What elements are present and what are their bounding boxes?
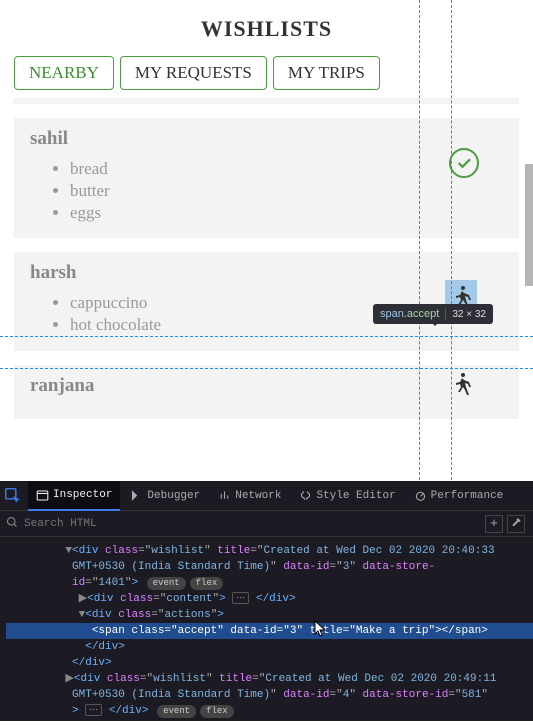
pick-element-icon[interactable]	[4, 487, 22, 505]
wishlist-card: ranjana	[14, 365, 519, 419]
devtools-tabbar: Inspector Debugger Network Style Editor …	[0, 481, 533, 511]
wishlist-viewport[interactable]: chocolate sahil bread butter eggs harsh …	[0, 98, 533, 493]
devtools-tab-performance[interactable]: Performance	[406, 481, 512, 511]
scrollbar-thumb[interactable]	[525, 164, 533, 286]
wishlist-card: harsh cappuccino hot chocolate	[14, 252, 519, 350]
wishlist-item: butter	[70, 180, 503, 202]
wishlist-card: chocolate	[14, 98, 519, 104]
inspector-tooltip: span.accept 32 × 32	[373, 304, 493, 324]
devtools-panel: Inspector Debugger Network Style Editor …	[0, 481, 533, 721]
devtools-tab-network[interactable]: Network	[210, 481, 289, 511]
wishlist-item: bread	[70, 158, 503, 180]
accept-runner-icon[interactable]	[445, 367, 477, 399]
wishlist-owner: ranjana	[30, 375, 503, 397]
devtools-search-bar: +	[0, 511, 533, 537]
devtools-html-tree[interactable]: ▼<div class="wishlist" title="Created at…	[0, 537, 533, 725]
tab-my-requests[interactable]: MY REQUESTS	[120, 56, 267, 90]
wishlist-owner: sahil	[30, 128, 503, 150]
accepted-check-icon	[449, 148, 479, 178]
wishlist-card: sahil bread butter eggs	[14, 118, 519, 238]
tab-nearby[interactable]: NEARBY	[14, 56, 114, 90]
devtools-tab-inspector[interactable]: Inspector	[28, 481, 120, 511]
tabs: NEARBY MY REQUESTS MY TRIPS	[0, 56, 533, 98]
page-title: WISHLISTS	[0, 0, 533, 56]
devtools-search-input[interactable]	[24, 518, 479, 530]
add-node-button[interactable]: +	[485, 515, 503, 533]
eyedropper-button[interactable]	[507, 515, 525, 533]
scrollbar[interactable]	[525, 98, 533, 493]
devtools-tab-debugger[interactable]: Debugger	[122, 481, 208, 511]
search-icon	[6, 516, 18, 532]
selected-dom-node[interactable]: <span class="accept" data-id="3" title="…	[6, 623, 533, 639]
wishlist-item: eggs	[70, 202, 503, 224]
wishlist-owner: harsh	[30, 262, 503, 284]
tab-my-trips[interactable]: MY TRIPS	[273, 56, 380, 90]
devtools-tab-style-editor[interactable]: Style Editor	[291, 481, 403, 511]
